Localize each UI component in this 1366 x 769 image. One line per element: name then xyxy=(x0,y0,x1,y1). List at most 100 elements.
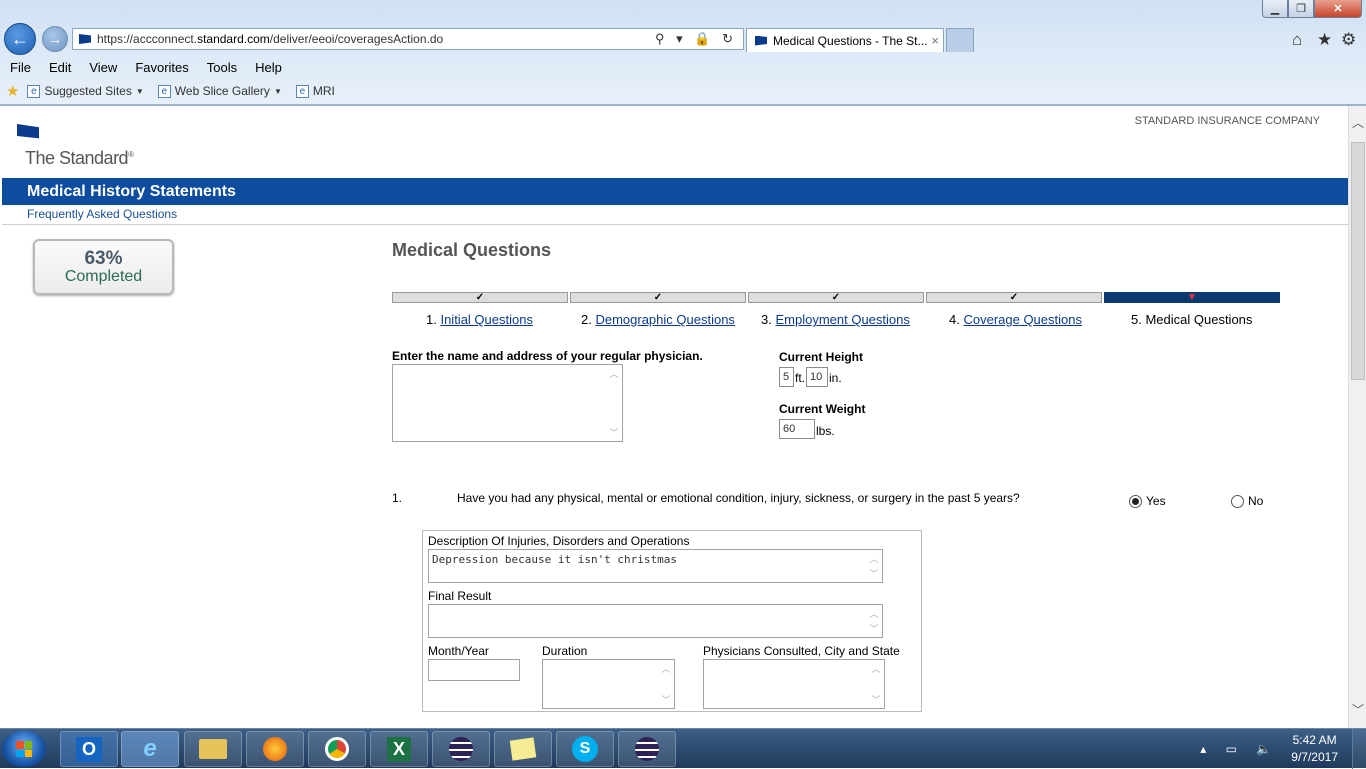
address-bar[interactable]: https://accconnect. standard.com/deliver/… xyxy=(72,28,744,50)
scroll-up-icon[interactable]: ︿ xyxy=(1349,114,1366,131)
month-year-label: Month/Year xyxy=(428,644,489,658)
description-label: Description Of Injuries, Disorders and O… xyxy=(428,534,690,548)
address-actions-icons[interactable]: ⚲ ▾ 🔒 ↻ xyxy=(655,31,737,47)
physicians-textarea[interactable]: ︿ ﹀ xyxy=(703,659,885,709)
step-label-initial: 1. Initial Questions xyxy=(426,312,533,327)
menu-view[interactable]: View xyxy=(89,60,117,75)
checkmark-icon: ✓ xyxy=(831,292,841,303)
system-tray: ▴ ▭ 🔈 5:42 AM 9/7/2017 xyxy=(1200,729,1366,769)
taskbar-outlook-icon[interactable]: O xyxy=(60,731,118,767)
company-logo: The Standard® xyxy=(25,148,134,169)
favorites-star-icon[interactable]: ★ xyxy=(1317,30,1332,50)
duration-label: Duration xyxy=(542,644,588,658)
radio-no-label: No xyxy=(1248,494,1264,508)
final-result-textarea[interactable]: ︿ ﹀ xyxy=(428,604,883,638)
menu-tools[interactable]: Tools xyxy=(207,60,237,75)
radio-yes[interactable]: Yes xyxy=(1129,494,1166,508)
lbs-unit: lbs. xyxy=(816,424,835,438)
fav-mri[interactable]: e MRI xyxy=(295,84,335,98)
checkmark-icon: ✓ xyxy=(653,292,663,303)
textarea-scroll-arrows: ︿ ﹀ xyxy=(661,665,671,706)
fav-label: MRI xyxy=(312,84,335,98)
maximize-button[interactable]: ❐ xyxy=(1288,0,1314,18)
weight-label: Current Weight xyxy=(779,402,866,416)
menu-help[interactable]: Help xyxy=(255,60,282,75)
url-domain: standard.com xyxy=(197,32,270,46)
step-link-demographic[interactable]: Demographic Questions xyxy=(595,312,734,327)
physician-label: Enter the name and address of your regul… xyxy=(392,349,703,363)
logo-text: The Standard xyxy=(25,148,129,168)
progress-indicator: 63% Completed xyxy=(33,239,174,295)
faq-link[interactable]: Frequently Asked Questions xyxy=(27,207,177,221)
minimize-button[interactable]: ▁ xyxy=(1262,0,1288,18)
browser-chrome: ▁ ❐ ✕ ← → https://accconnect. standard.co… xyxy=(0,0,1366,106)
checkmark-icon: ✓ xyxy=(1009,292,1019,303)
new-tab-button[interactable] xyxy=(946,28,974,52)
ft-unit: ft. xyxy=(795,371,806,385)
faq-bar: Frequently Asked Questions xyxy=(2,205,1348,225)
current-step-marker-icon: ▼ xyxy=(1187,292,1197,303)
taskbar-skype-icon[interactable]: S xyxy=(556,731,614,767)
step-label-coverage: 4. Coverage Questions xyxy=(949,312,1082,327)
page-banner-title: Medical History Statements xyxy=(2,178,1348,205)
close-window-button[interactable]: ✕ xyxy=(1314,0,1362,18)
menu-file[interactable]: File xyxy=(10,60,31,75)
description-textarea[interactable]: Depression because it isn't christmas ︿ ﹀ xyxy=(428,549,883,583)
textarea-scroll-arrows: ︿ ﹀ xyxy=(871,665,881,706)
scroll-thumb[interactable] xyxy=(1351,142,1365,380)
taskbar-file-explorer-icon[interactable] xyxy=(184,731,242,767)
radio-no[interactable]: No xyxy=(1231,494,1263,508)
menu-edit[interactable]: Edit xyxy=(49,60,71,75)
final-result-label: Final Result xyxy=(428,589,492,603)
scroll-down-icon[interactable]: ﹀ xyxy=(1349,701,1366,718)
chevron-down-icon: ▼ xyxy=(135,86,144,96)
url-path: /deliver/eeoi/coveragesAction.do xyxy=(269,32,444,46)
fav-label: Suggested Sites xyxy=(44,84,132,98)
taskbar-firefox-icon[interactable] xyxy=(246,731,304,767)
duration-textarea[interactable]: ︿ ﹀ xyxy=(542,659,675,709)
step-bar-initial: ✓ xyxy=(392,292,568,303)
ie-page-icon: e xyxy=(295,84,309,98)
physician-textarea[interactable]: ︿ ﹀ xyxy=(392,364,623,442)
taskbar-internet-explorer-icon[interactable]: e xyxy=(121,731,179,767)
radio-unselected-icon xyxy=(1231,494,1244,508)
page-scrollbar[interactable]: ︿ ﹀ xyxy=(1348,106,1366,728)
physicians-label: Physicians Consulted, City and State xyxy=(703,644,900,658)
step-link-initial[interactable]: Initial Questions xyxy=(440,312,533,327)
tools-gear-icon[interactable]: ⚙ xyxy=(1341,30,1356,50)
height-in-input[interactable]: 10 xyxy=(806,367,828,387)
height-ft-input[interactable]: 5 xyxy=(779,367,794,387)
description-value: Depression because it isn't christmas xyxy=(432,553,678,566)
tab-title: Medical Questions - The St... xyxy=(773,33,928,48)
tab-medical-questions[interactable]: Medical Questions - The St... × xyxy=(746,28,944,52)
fav-web-slice-gallery[interactable]: e Web Slice Gallery ▼ xyxy=(157,84,282,98)
taskbar-eclipse-icon[interactable] xyxy=(432,731,490,767)
ie-page-icon: e xyxy=(27,84,41,98)
step-number: 3. xyxy=(761,312,772,327)
step-link-coverage[interactable]: Coverage Questions xyxy=(963,312,1082,327)
taskbar-eclipse-2-icon[interactable] xyxy=(618,731,676,767)
step-label-medical: 5. Medical Questions xyxy=(1131,312,1252,327)
windows-logo-icon xyxy=(16,741,32,757)
step-link-employment[interactable]: Employment Questions xyxy=(775,312,909,327)
taskbar-sticky-notes-icon[interactable] xyxy=(494,731,552,767)
taskbar-excel-icon[interactable]: X xyxy=(370,731,428,767)
weight-input[interactable]: 60 xyxy=(779,419,815,439)
checkmark-icon: ✓ xyxy=(475,292,485,303)
clock[interactable]: 5:42 AM 9/7/2017 xyxy=(1291,732,1338,766)
tray-icons[interactable]: ▴ ▭ 🔈 xyxy=(1200,742,1279,756)
height-label: Current Height xyxy=(779,350,863,364)
textarea-scroll-arrows: ︿ ﹀ xyxy=(869,610,879,635)
start-button[interactable] xyxy=(2,731,46,767)
month-year-input[interactable] xyxy=(428,659,520,681)
home-icon[interactable]: ⌂ xyxy=(1292,30,1302,50)
clock-date: 9/7/2017 xyxy=(1291,750,1338,764)
forward-button[interactable]: → xyxy=(42,26,68,52)
back-button[interactable]: ← xyxy=(4,23,36,55)
tab-close-icon[interactable]: × xyxy=(931,33,939,48)
fav-suggested-sites[interactable]: e Suggested Sites ▼ xyxy=(27,84,144,98)
favorites-star-add-icon[interactable]: ★ xyxy=(6,82,19,100)
taskbar-chrome-icon[interactable] xyxy=(308,731,366,767)
show-desktop-button[interactable] xyxy=(1352,729,1366,769)
menu-favorites[interactable]: Favorites xyxy=(135,60,188,75)
